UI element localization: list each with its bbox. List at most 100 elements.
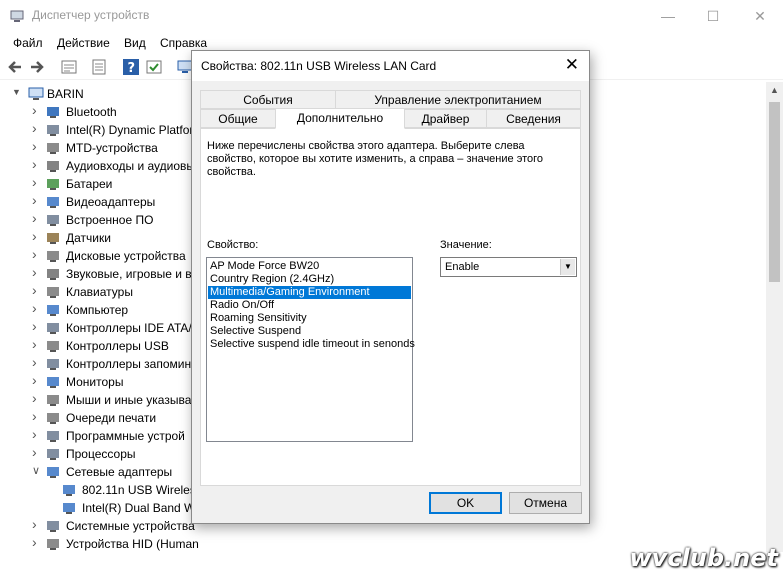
chevron-right-icon[interactable]: ›: [32, 193, 42, 208]
property-list-item[interactable]: Country Region (2.4GHz): [208, 273, 411, 286]
chevron-right-icon[interactable]: ›: [32, 409, 42, 424]
help-icon[interactable]: ?: [122, 58, 140, 76]
properties-icon[interactable]: [60, 58, 78, 76]
property-list-item[interactable]: Selective Suspend: [208, 325, 411, 338]
dialog-close-button[interactable]: ✕: [565, 55, 579, 75]
action-icon[interactable]: [145, 58, 163, 76]
minimize-button[interactable]: —: [645, 0, 691, 32]
tree-category-item[interactable]: › Контроллеры USB: [0, 337, 200, 355]
menu-view[interactable]: Вид: [124, 36, 146, 50]
properties-dialog: Свойства: 802.11n USB Wireless LAN Card …: [191, 50, 590, 524]
tree-category-item[interactable]: › Устройства HID (Human Interface Devices…: [0, 535, 200, 553]
tree-category-item[interactable]: › Процессоры: [0, 445, 200, 463]
tree-item-label: Видеоадаптеры: [66, 195, 156, 209]
tab-details[interactable]: Сведения: [486, 109, 581, 128]
svg-text:?: ?: [128, 61, 136, 76]
menu-help[interactable]: Справка: [160, 36, 207, 50]
tree-category-item[interactable]: › Программные устрой: [0, 427, 200, 445]
tree-scrollbar[interactable]: ▲: [766, 82, 783, 552]
tree-item-label: Очереди печати: [66, 411, 157, 425]
tree-item-label: Intel(R) Dual Band W: [82, 501, 196, 515]
close-window-button[interactable]: ✕: [737, 0, 783, 32]
tab-general[interactable]: Общие: [200, 109, 276, 128]
chevron-right-icon[interactable]: ›: [32, 517, 42, 532]
scroll-up-icon[interactable]: ▲: [770, 85, 779, 95]
tree-category-item[interactable]: › Дисковые устройства: [0, 247, 200, 265]
tree-category-item[interactable]: › Мыши и иные указыва: [0, 391, 200, 409]
chevron-right-icon[interactable]: ›: [32, 373, 42, 388]
tree-category-item[interactable]: › Контроллеры IDE ATA/: [0, 319, 200, 337]
device-manager-icon: [10, 10, 24, 22]
value-dropdown[interactable]: Enable ▼: [440, 257, 577, 277]
tree-category-item[interactable]: › Встроенное ПО: [0, 211, 200, 229]
chevron-right-icon[interactable]: ›: [32, 319, 42, 334]
chevron-right-icon[interactable]: ›: [32, 301, 42, 316]
chevron-right-icon[interactable]: ›: [32, 535, 42, 550]
tree-category-item[interactable]: › Bluetooth: [0, 103, 200, 121]
property-list[interactable]: AP Mode Force BW20 Country Region (2.4GHz…: [206, 257, 415, 442]
back-icon[interactable]: [6, 58, 24, 76]
chevron-right-icon[interactable]: ›: [32, 121, 42, 136]
tree-category-item[interactable]: › Системные устройства: [0, 517, 200, 535]
property-list-item[interactable]: Multimedia/Gaming Environment: [208, 286, 411, 299]
tree-child-item[interactable]: 802.11n USB Wireles: [0, 481, 200, 499]
chevron-right-icon[interactable]: ›: [32, 175, 42, 190]
chevron-right-icon[interactable]: ›: [32, 427, 42, 442]
tree-category-item[interactable]: › Intel(R) Dynamic Platfor: [0, 121, 200, 139]
chevron-right-icon[interactable]: ›: [32, 355, 42, 370]
tree-root-label: BARIN: [47, 87, 84, 101]
tree-category-item[interactable]: › MTD-устройства: [0, 139, 200, 157]
dialog-title: Свойства: 802.11n USB Wireless LAN Card: [201, 59, 437, 73]
chevron-right-icon[interactable]: ›: [32, 265, 42, 280]
tree-category-item[interactable]: › Контроллеры запомин: [0, 355, 200, 373]
tree-category-item[interactable]: › Батареи: [0, 175, 200, 193]
device-category-icon: [47, 395, 59, 406]
title-bar: Диспетчер устройств — ☐ ✕: [0, 0, 783, 32]
forward-icon[interactable]: [28, 58, 46, 76]
chevron-right-icon[interactable]: ›: [32, 103, 42, 118]
cancel-button[interactable]: Отмена: [509, 492, 582, 514]
ok-button[interactable]: OK: [429, 492, 502, 514]
chevron-right-icon[interactable]: ›: [32, 211, 42, 226]
chevron-down-icon[interactable]: ▼: [560, 259, 575, 275]
tab-driver[interactable]: Драйвер: [404, 109, 487, 128]
chevron-right-icon[interactable]: ›: [32, 139, 42, 154]
tab-power-management[interactable]: Управление электропитанием: [335, 90, 581, 109]
chevron-right-icon[interactable]: ›: [32, 247, 42, 262]
property-list-item[interactable]: Roaming Sensitivity: [208, 312, 411, 325]
chevron-right-icon[interactable]: ›: [32, 283, 42, 298]
chevron-down-icon[interactable]: ▼: [12, 87, 22, 101]
list-view-icon[interactable]: [90, 58, 108, 76]
chevron-right-icon[interactable]: ›: [32, 337, 42, 352]
property-list-item[interactable]: AP Mode Force BW20: [208, 260, 411, 273]
tree-category-item[interactable]: ∨ Сетевые адаптеры: [0, 463, 200, 481]
device-category-icon: [47, 467, 59, 478]
tree-category-item[interactable]: › Клавиатуры: [0, 283, 200, 301]
scrollbar-thumb[interactable]: [769, 102, 780, 282]
maximize-button[interactable]: ☐: [690, 0, 736, 32]
tree-category-item[interactable]: › Датчики: [0, 229, 200, 247]
chevron-right-icon[interactable]: ›: [32, 157, 42, 172]
tree-root[interactable]: ▼ BARIN: [0, 85, 200, 103]
property-list-item[interactable]: Radio On/Off: [208, 299, 411, 312]
device-category-icon: [47, 269, 59, 280]
menu-action[interactable]: Действие: [57, 36, 110, 50]
tree-category-item[interactable]: › Мониторы: [0, 373, 200, 391]
tree-category-item[interactable]: › Звуковые, игровые и в: [0, 265, 200, 283]
tree-category-item[interactable]: › Видеоадаптеры: [0, 193, 200, 211]
chevron-right-icon[interactable]: ›: [32, 391, 42, 406]
tree-category-item[interactable]: › Аудиовходы и аудиовы: [0, 157, 200, 175]
tree-category-item[interactable]: › Компьютер: [0, 301, 200, 319]
device-category-icon: [47, 305, 59, 316]
chevron-right-icon[interactable]: ›: [32, 229, 42, 244]
tree-category-item[interactable]: › Очереди печати: [0, 409, 200, 427]
menu-file[interactable]: Файл: [13, 36, 43, 50]
tab-events[interactable]: События: [200, 90, 336, 109]
watermark-logo: wvclub.net: [629, 544, 779, 572]
chevron-right-icon[interactable]: ›: [32, 445, 42, 460]
tab-advanced[interactable]: Дополнительно: [275, 108, 405, 129]
property-list-item[interactable]: Selective suspend idle timeout in senond…: [208, 338, 415, 351]
advanced-panel: Ниже перечислены свойства этого адаптера…: [200, 128, 581, 486]
tree-child-item[interactable]: Intel(R) Dual Band W: [0, 499, 200, 517]
chevron-down-icon[interactable]: ∨: [32, 464, 42, 478]
